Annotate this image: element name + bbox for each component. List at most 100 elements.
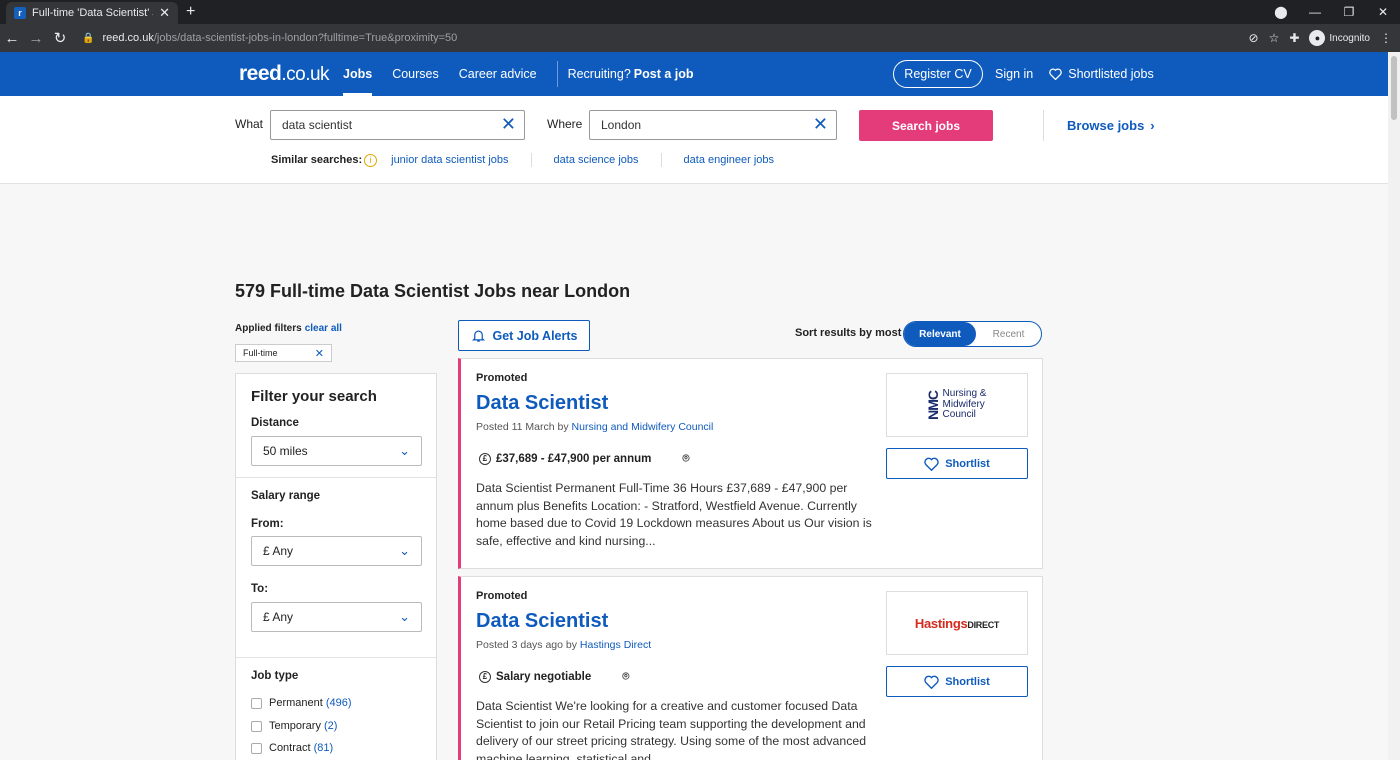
nav-jobs[interactable]: Jobs bbox=[343, 52, 373, 96]
register-cv-button[interactable]: Register CV bbox=[893, 60, 983, 88]
browser-toolbar-right: ⊘ ☆ ✚ ● Incognito ⋮ bbox=[1249, 24, 1392, 52]
filter-chip-label: Full-time bbox=[243, 348, 278, 358]
forward-icon[interactable]: → bbox=[24, 30, 48, 47]
menu-kebab-icon[interactable]: ⋮ bbox=[1380, 31, 1392, 45]
job-type-temporary[interactable]: Temporary (2) bbox=[251, 720, 337, 732]
shortlist-label: Shortlist bbox=[945, 457, 990, 470]
filter-title: Filter your search bbox=[251, 388, 377, 405]
promoted-badge: Promoted bbox=[476, 372, 528, 384]
divider bbox=[236, 657, 436, 658]
distance-select[interactable]: 50 miles ⌄ bbox=[251, 436, 422, 466]
nav-career-advice[interactable]: Career advice bbox=[459, 52, 537, 96]
new-tab-icon[interactable]: + bbox=[186, 3, 195, 21]
bookmark-star-icon[interactable]: ☆ bbox=[1269, 31, 1280, 45]
chevron-down-icon: ⌄ bbox=[399, 543, 410, 558]
posted-info: Posted 3 days ago by Hastings Direct bbox=[476, 639, 651, 651]
tab-title: Full-time 'Data Scientist' Jobs | L... bbox=[32, 7, 153, 19]
close-tab-icon[interactable]: ✕ bbox=[159, 5, 170, 21]
checkbox[interactable] bbox=[251, 720, 262, 732]
nav-courses[interactable]: Courses bbox=[392, 52, 439, 96]
page-title: 579 Full-time Data Scientist Jobs near L… bbox=[235, 281, 631, 301]
info-icon[interactable]: i bbox=[364, 153, 378, 167]
promoted-badge: Promoted bbox=[476, 590, 528, 602]
sort-relevant-option[interactable]: Relevant bbox=[904, 322, 976, 346]
company-link[interactable]: Nursing and Midwifery Council bbox=[572, 421, 714, 433]
company-logo[interactable]: NMC Nursing & Midwifery Council bbox=[886, 373, 1028, 437]
logo-line: Nursing & bbox=[942, 388, 987, 400]
job-description: Data Scientist Permanent Full-Time 36 Ho… bbox=[476, 481, 872, 549]
extensions-icon[interactable]: ✚ bbox=[1289, 31, 1299, 45]
search-jobs-button[interactable]: Search jobs bbox=[859, 110, 993, 141]
posted-info: Posted 11 March by Nursing and Midwifery… bbox=[476, 421, 713, 433]
similar-search-link[interactable]: data science jobs bbox=[554, 154, 639, 166]
get-job-alerts-button[interactable]: Get Job Alerts bbox=[458, 320, 590, 351]
url-path: /jobs/data-scientist-jobs-in-london?full… bbox=[153, 32, 458, 44]
reed-logo[interactable]: reed.co.uk bbox=[239, 62, 330, 86]
post-job-text: Post a job bbox=[633, 67, 694, 81]
bell-icon bbox=[471, 330, 485, 342]
incognito-badge[interactable]: ● Incognito bbox=[1309, 30, 1370, 46]
salary-from-select[interactable]: £ Any ⌄ bbox=[251, 536, 422, 566]
close-window-icon[interactable]: ✕ bbox=[1366, 5, 1400, 19]
where-input[interactable]: London ✕ bbox=[589, 110, 837, 140]
post-job-link[interactable]: Recruiting? Post a job bbox=[568, 52, 694, 96]
what-input[interactable]: data scientist ✕ bbox=[270, 110, 525, 140]
shortlist-button[interactable]: Shortlist bbox=[886, 666, 1028, 697]
job-card[interactable]: Promoted Data Scientist Posted 11 March … bbox=[458, 358, 1043, 569]
job-description: Data Scientist We're looking for a creat… bbox=[476, 699, 867, 760]
job-type-label-text: Permanent bbox=[269, 697, 323, 709]
chevron-right-icon: › bbox=[1150, 118, 1155, 133]
sign-in-link[interactable]: Sign in bbox=[995, 67, 1033, 81]
page-scrollbar[interactable] bbox=[1388, 52, 1400, 760]
sort-recent-option[interactable]: Recent bbox=[976, 329, 1041, 340]
salary-text: Salary negotiable bbox=[496, 670, 592, 683]
tab-search-icon[interactable]: ⬤ bbox=[1264, 5, 1298, 19]
remove-filter-icon[interactable]: ✕ bbox=[315, 347, 324, 360]
minimize-icon[interactable]: — bbox=[1298, 5, 1332, 19]
similar-search-link[interactable]: data engineer jobs bbox=[684, 154, 775, 166]
checkbox[interactable] bbox=[251, 697, 262, 709]
back-icon[interactable]: ← bbox=[0, 30, 24, 47]
job-type-permanent[interactable]: Permanent (496) bbox=[251, 697, 352, 709]
shortlisted-jobs-link[interactable]: Shortlisted jobs bbox=[1049, 67, 1154, 81]
salary-from-value: £ Any bbox=[263, 544, 294, 558]
search-panel: What data scientist ✕ Where London ✕ Sea… bbox=[0, 96, 1388, 184]
logo-main-text: Hastings bbox=[914, 615, 968, 631]
salary-to-select[interactable]: £ Any ⌄ bbox=[251, 602, 422, 632]
salary-row: £ Salary negotiable ⌾ bbox=[479, 669, 629, 684]
salary-from-label: From: bbox=[251, 518, 284, 530]
salary-range-label: Salary range bbox=[251, 490, 321, 502]
pound-coin-icon: £ bbox=[479, 452, 491, 465]
company-link[interactable]: Hastings Direct bbox=[580, 639, 651, 651]
checkbox[interactable] bbox=[251, 742, 262, 754]
clear-what-icon[interactable]: ✕ bbox=[501, 114, 516, 135]
filter-chip[interactable]: Full-time ✕ bbox=[235, 344, 332, 362]
clear-all-link[interactable]: clear all bbox=[305, 323, 342, 334]
scrollbar-thumb[interactable] bbox=[1391, 56, 1397, 120]
favicon-icon: r bbox=[14, 7, 26, 19]
job-title-link[interactable]: Data Scientist bbox=[476, 610, 608, 633]
shortlist-button[interactable]: Shortlist bbox=[886, 448, 1028, 479]
browse-jobs-link[interactable]: Browse jobs › bbox=[1043, 110, 1155, 141]
job-title-link[interactable]: Data Scientist bbox=[476, 392, 608, 415]
heart-icon bbox=[924, 457, 939, 471]
posted-text: Posted 3 days ago by bbox=[476, 639, 577, 651]
similar-searches: Similar searches: i junior data scientis… bbox=[271, 153, 774, 167]
recruiting-text: Recruiting? bbox=[567, 67, 631, 81]
logo-line: Midwifery bbox=[942, 398, 985, 410]
url-field[interactable]: 🔒 reed.co.uk/jobs/data-scientist-jobs-in… bbox=[82, 32, 457, 44]
browser-tab[interactable]: r Full-time 'Data Scientist' Jobs | L...… bbox=[6, 2, 178, 24]
restore-icon[interactable]: ❐ bbox=[1332, 5, 1366, 19]
clear-where-icon[interactable]: ✕ bbox=[813, 114, 828, 135]
company-logo[interactable]: HastingsDIRECT bbox=[886, 591, 1028, 655]
job-card[interactable]: Promoted Data Scientist Posted 3 days ag… bbox=[458, 576, 1043, 760]
browser-tab-bar: r Full-time 'Data Scientist' Jobs | L...… bbox=[0, 0, 1400, 24]
lock-icon: 🔒 bbox=[82, 32, 95, 44]
hastings-logo: HastingsDIRECT bbox=[914, 615, 1000, 631]
job-type-contract[interactable]: Contract (81) bbox=[251, 742, 333, 754]
eye-off-icon[interactable]: ⊘ bbox=[1249, 31, 1259, 45]
heart-icon bbox=[924, 675, 939, 689]
similar-search-link[interactable]: junior data scientist jobs bbox=[391, 154, 508, 166]
reload-icon[interactable]: ↻ bbox=[48, 29, 72, 47]
where-value: London bbox=[601, 118, 642, 132]
